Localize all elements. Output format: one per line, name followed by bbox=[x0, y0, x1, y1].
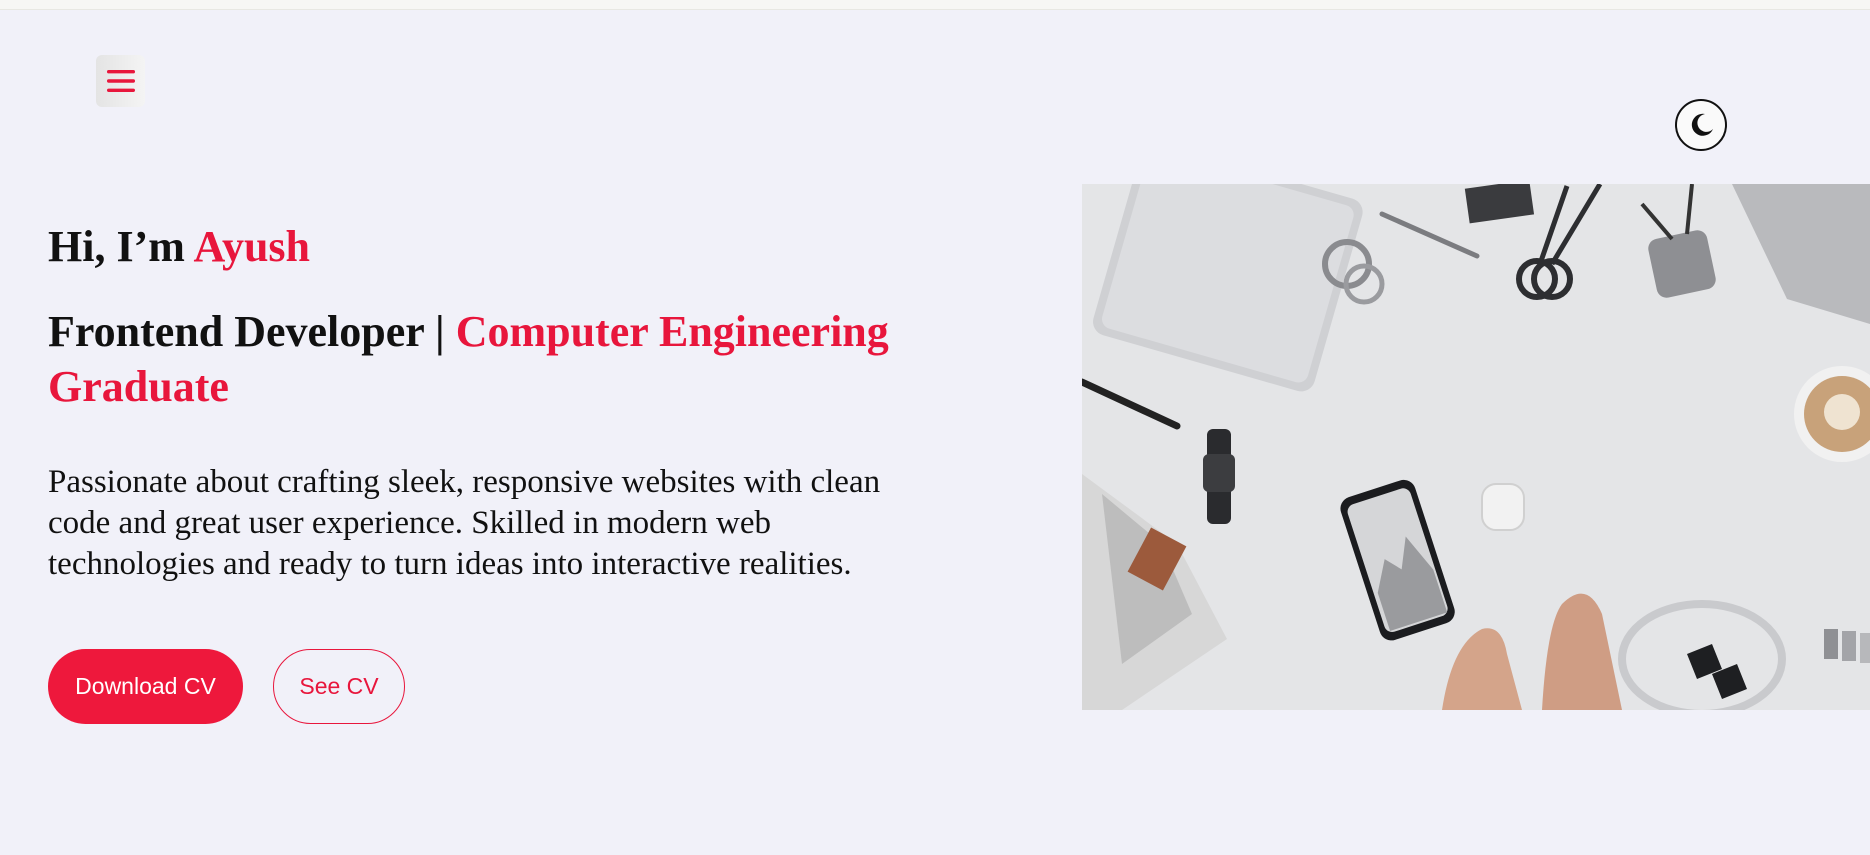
greeting-name: Ayush bbox=[193, 222, 311, 271]
top-strip bbox=[0, 0, 1870, 10]
bio-paragraph: Passionate about crafting sleek, respons… bbox=[48, 464, 881, 582]
workspace-photo bbox=[1082, 184, 1870, 710]
menu-button[interactable] bbox=[96, 55, 145, 107]
moon-icon bbox=[1691, 113, 1713, 136]
download-cv-button[interactable]: Download CV bbox=[48, 649, 243, 724]
hamburger-menu-icon bbox=[106, 70, 135, 92]
greeting-heading: Hi, I’m Ayush bbox=[48, 222, 310, 273]
greeting-prefix: Hi, I’m bbox=[48, 222, 194, 271]
role-primary: Frontend Developer | bbox=[48, 307, 456, 356]
see-cv-button[interactable]: See CV bbox=[273, 649, 405, 724]
theme-toggle-button[interactable] bbox=[1675, 99, 1727, 151]
role-heading: Frontend Developer | Computer Engineerin… bbox=[48, 304, 1008, 414]
